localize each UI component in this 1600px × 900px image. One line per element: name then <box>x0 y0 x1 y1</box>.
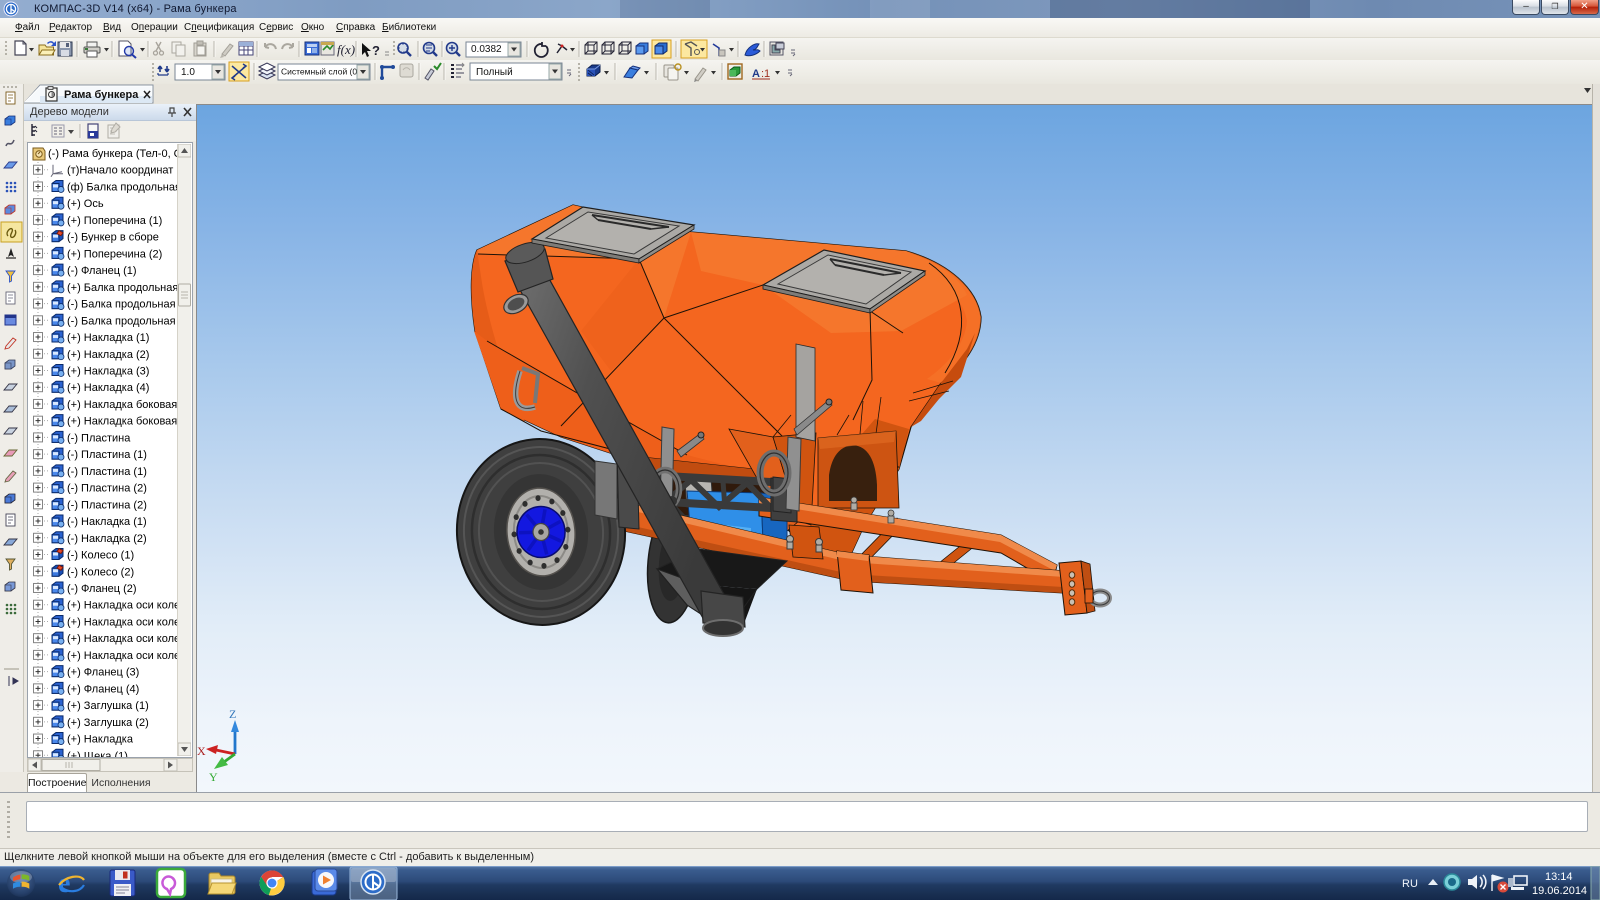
svg-text:(+) Заглушка (1): (+) Заглушка (1) <box>67 700 149 712</box>
svg-text:(ф) Балка продольная: (ф) Балка продольная <box>67 181 181 193</box>
svg-text:0.0382: 0.0382 <box>471 44 502 55</box>
svg-text:?: ? <box>372 43 380 58</box>
svg-text:(-) Рама бункера (Тел-0, С: (-) Рама бункера (Тел-0, С <box>48 148 182 160</box>
svg-text:(-) Накладка (2): (-) Накладка (2) <box>67 533 147 545</box>
svg-text:(+) Накладка (2): (+) Накладка (2) <box>67 349 149 361</box>
svg-text:(+) Накладка оси коле: (+) Накладка оси коле <box>67 633 180 645</box>
svg-text:Рама бункера: Рама бункера <box>64 89 139 101</box>
svg-text:Z: Z <box>229 707 236 721</box>
svg-text:(-) Пластина (1): (-) Пластина (1) <box>67 466 147 478</box>
svg-text:(-) Колесо (1): (-) Колесо (1) <box>67 550 134 562</box>
svg-text:(+) Фланец (3): (+) Фланец (3) <box>67 667 139 679</box>
svg-text:(+) Поперечина (2): (+) Поперечина (2) <box>67 248 162 260</box>
svg-text:(+) Накладка боковая: (+) Накладка боковая <box>67 399 177 411</box>
svg-text:(+) Поперечина (1): (+) Поперечина (1) <box>67 215 162 227</box>
svg-text:(+) Накладка оси коле: (+) Накладка оси коле <box>67 650 180 662</box>
svg-text:(+) Накладка (3): (+) Накладка (3) <box>67 365 149 377</box>
svg-text:Системный слой (0): Системный слой (0) <box>281 67 360 77</box>
svg-text:1.0: 1.0 <box>181 67 195 78</box>
svg-text:f(x): f(x) <box>337 42 355 57</box>
svg-text:(-) Балка продольная: (-) Балка продольная <box>67 299 176 311</box>
svg-text:(+) Накладка боковая: (+) Накладка боковая <box>67 416 177 428</box>
svg-text:(+) Ось: (+) Ось <box>67 198 104 210</box>
svg-text:(т)Начало координат: (т)Начало координат <box>67 165 173 177</box>
svg-text:19.06.2014: 19.06.2014 <box>1532 885 1587 897</box>
svg-text:(+) Заглушка (2): (+) Заглушка (2) <box>67 717 149 729</box>
svg-text:(+) Накладка (4): (+) Накладка (4) <box>67 382 149 394</box>
svg-text:(+) Накладка оси коле: (+) Накладка оси коле <box>67 600 180 612</box>
svg-text:(-) Пластина: (-) Пластина <box>67 432 131 444</box>
svg-text:(+) Щека (1): (+) Щека (1) <box>67 750 128 757</box>
svg-text:(+) Фланец (4): (+) Фланец (4) <box>67 683 139 695</box>
svg-text:(+) Балка продольная: (+) Балка продольная <box>67 282 178 294</box>
svg-text:(+) Накладка оси коле: (+) Накладка оси коле <box>67 616 180 628</box>
svg-text::1: :1 <box>761 68 770 80</box>
svg-text:(-) Бункер в сборе: (-) Бункер в сборе <box>67 232 159 244</box>
svg-text:(+) Накладка: (+) Накладка <box>67 734 134 746</box>
svg-text:RU: RU <box>1402 878 1418 890</box>
svg-text:(-) Пластина (1): (-) Пластина (1) <box>67 449 147 461</box>
svg-text:(-) Пластина (2): (-) Пластина (2) <box>67 499 147 511</box>
svg-text:Полный: Полный <box>476 67 513 78</box>
svg-text:A: A <box>752 68 760 80</box>
svg-text:Y: Y <box>209 770 218 784</box>
svg-text:(-) Балка продольная: (-) Балка продольная <box>67 315 176 327</box>
svg-text:(-) Колесо (2): (-) Колесо (2) <box>67 566 134 578</box>
svg-text:(-) Накладка (1): (-) Накладка (1) <box>67 516 147 528</box>
svg-text:(-) Пластина (2): (-) Пластина (2) <box>67 483 147 495</box>
svg-text:X: X <box>197 744 206 758</box>
svg-text:(-) Фланец (2): (-) Фланец (2) <box>67 583 137 595</box>
svg-text:13:14: 13:14 <box>1545 871 1573 883</box>
svg-text:(-) Фланец (1): (-) Фланец (1) <box>67 265 137 277</box>
svg-text:(+) Накладка (1): (+) Накладка (1) <box>67 332 149 344</box>
